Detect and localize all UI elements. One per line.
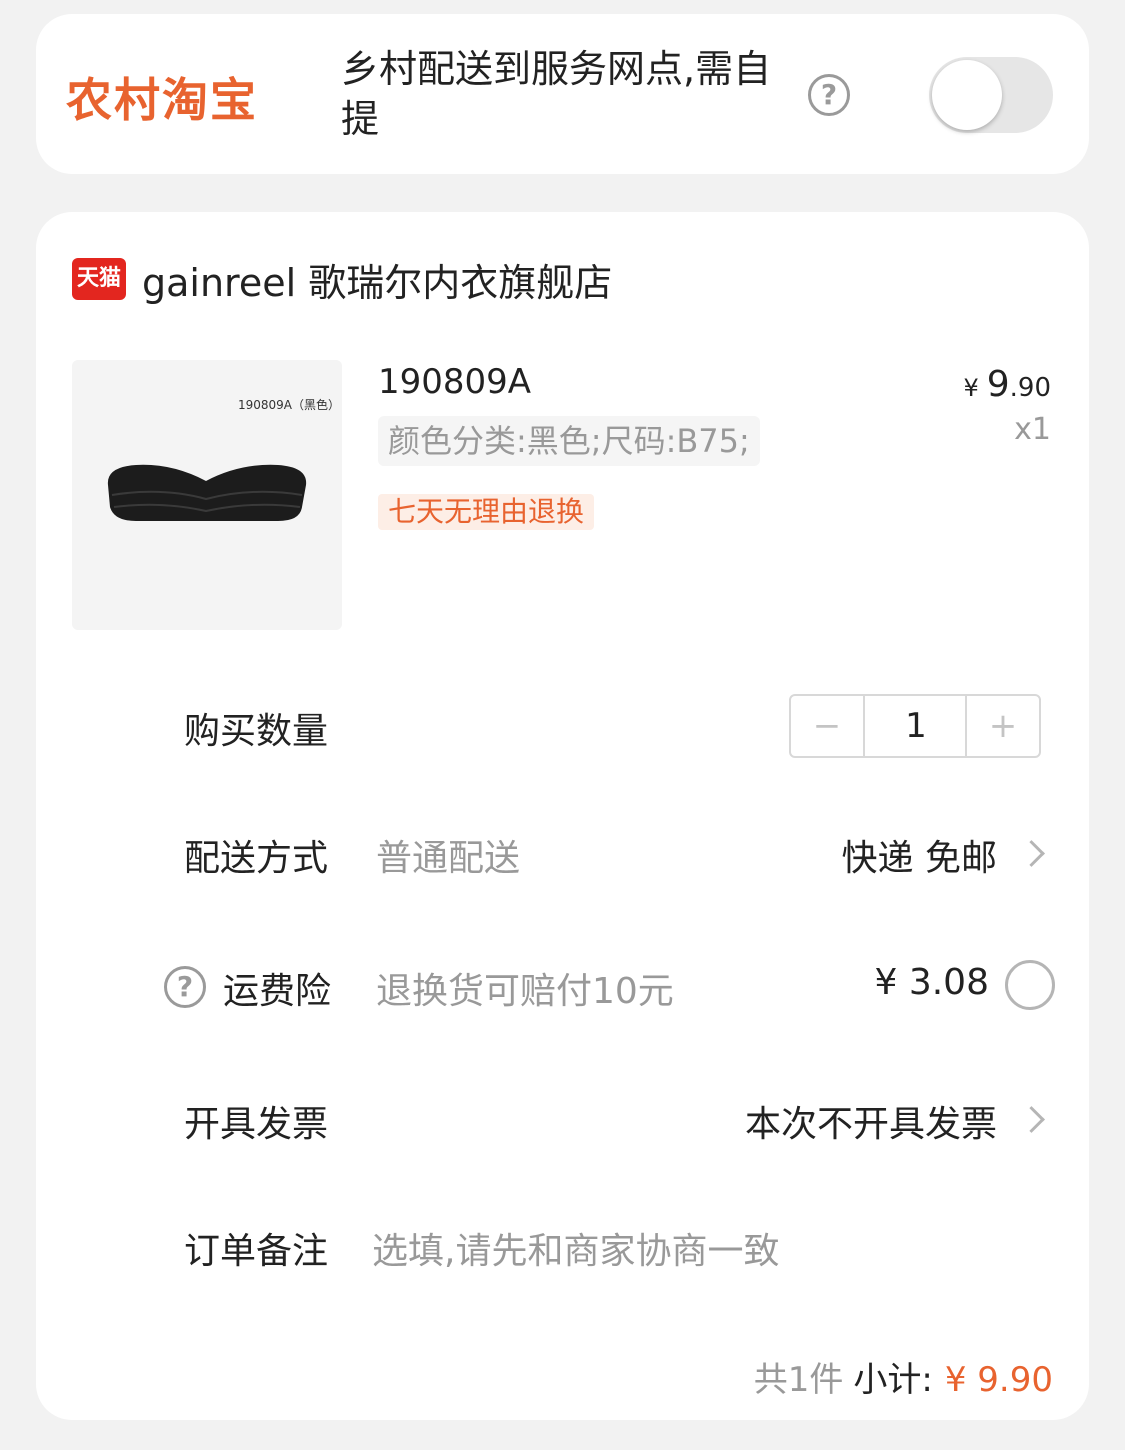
price-currency: ¥ (963, 374, 979, 402)
chevron-right-icon[interactable] (1018, 840, 1045, 867)
decrease-button[interactable]: − (791, 696, 865, 756)
toggle-knob (932, 60, 1002, 130)
insurance-label: 运费险 (223, 971, 332, 1012)
increase-button[interactable]: + (965, 696, 1039, 756)
chevron-right-icon[interactable] (1018, 1106, 1045, 1133)
shop-name[interactable]: gainreel 歌瑞尔内衣旗舰店 (142, 252, 612, 307)
insurance-radio[interactable] (1005, 960, 1055, 1010)
quantity-stepper: − 1 + (789, 694, 1041, 758)
return-policy-tag: 七天无理由退换 (378, 494, 595, 530)
insurance-description: 退换货可赔付10元 (376, 971, 674, 1012)
product-quantity: x1 (1014, 412, 1051, 447)
price-integer: 9 (986, 364, 1010, 405)
product-title[interactable]: 190809A (378, 362, 531, 402)
order-note-input[interactable]: 选填,请先和商家协商一致 (372, 1222, 779, 1274)
price-decimal: .90 (1009, 373, 1051, 403)
item-count: 共1件 (753, 1360, 844, 1400)
rural-delivery-text: 乡村配送到服务网点,需自提 (341, 47, 772, 141)
delivery-label: 配送方式 (184, 838, 329, 879)
subtotal-label: 小计: (853, 1360, 933, 1400)
order-summary: 共1件 小计: ¥ 9.90 (754, 1352, 1053, 1401)
tmall-icon: 天猫 (72, 258, 126, 300)
delivery-value[interactable]: 快递 免邮 (842, 829, 997, 881)
rural-delivery-toggle[interactable] (929, 57, 1053, 133)
insurance-price: ¥ 3.08 (874, 962, 989, 1003)
order-note-label: 订单备注 (184, 1231, 329, 1272)
product-price: ¥9.90 (963, 364, 1051, 405)
product-sku[interactable]: 颜色分类:黑色;尺码:B75; (378, 416, 760, 466)
product-image[interactable]: 190809A（黑色） (72, 360, 342, 630)
bra-icon (107, 464, 307, 521)
quantity-value[interactable]: 1 (865, 696, 967, 756)
subtotal-value: ¥ 9.90 (944, 1360, 1053, 1400)
rural-taobao-logo: 农村淘宝 (66, 73, 258, 127)
question-icon[interactable]: ? (808, 74, 850, 116)
invoice-value[interactable]: 本次不开具发票 (745, 1095, 997, 1147)
question-icon[interactable]: ? (164, 966, 206, 1008)
invoice-label: 开具发票 (184, 1104, 329, 1145)
product-image-caption: 190809A（黑色） (238, 398, 341, 412)
rural-delivery-card: 农村淘宝 乡村配送到服务网点,需自提 ? (36, 14, 1089, 174)
order-card: 天猫 gainreel 歌瑞尔内衣旗舰店 190809A（黑色） 190809A… (36, 212, 1089, 1420)
quantity-label: 购买数量 (184, 711, 329, 752)
delivery-type: 普通配送 (376, 838, 521, 879)
